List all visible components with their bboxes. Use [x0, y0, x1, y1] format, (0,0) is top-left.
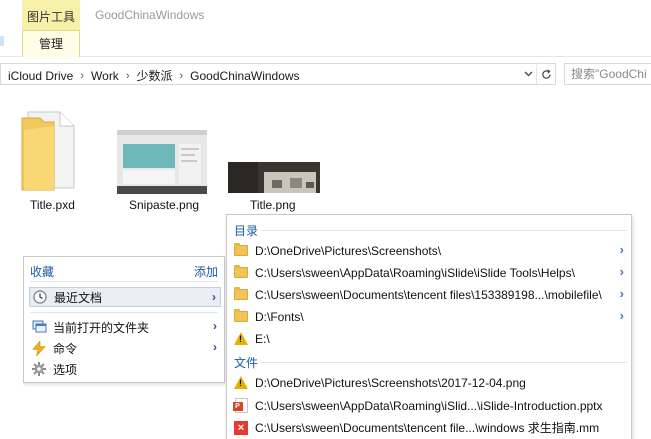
- context-tab-title: 图片工具: [26, 10, 75, 24]
- file-name: Title.png: [250, 198, 296, 212]
- warning-icon: !: [233, 331, 249, 347]
- recent-directory-item[interactable]: ! E:\: [233, 328, 629, 349]
- file-item[interactable]: Snipaste.png: [112, 128, 212, 218]
- directories-header: 目录: [234, 224, 259, 238]
- file-path: C:\Users\sween\Documents\tencent file...…: [255, 421, 600, 435]
- menu-item-options[interactable]: 选项: [29, 359, 221, 379]
- menu-item-label: 选项: [53, 362, 78, 377]
- powerpoint-icon: [232, 398, 249, 414]
- menu-item-recent-documents[interactable]: 最近文档 ›: [29, 287, 221, 307]
- recent-documents-panel: 目录 D:\OneDrive\Pictures\Screenshots\ › C…: [226, 214, 632, 439]
- image-thumbnail: [228, 162, 320, 193]
- file-name: Snipaste.png: [129, 198, 200, 212]
- refresh-button[interactable]: [536, 63, 556, 85]
- recent-file-item[interactable]: × C:\Users\sween\Documents\tencent file.…: [233, 417, 629, 438]
- chevron-right-icon: ›: [213, 319, 217, 333]
- chevron-right-icon: ›: [619, 264, 624, 279]
- directory-path: D:\Fonts\: [255, 309, 304, 324]
- folder-icon: [233, 265, 249, 281]
- breadcrumb: iCloud Drive › Work › 少数派 › GoodChinaWin…: [8, 67, 300, 84]
- manage-tab[interactable]: 管理: [22, 30, 80, 57]
- clock-icon: [32, 289, 48, 305]
- search-input[interactable]: 搜索"GoodChi: [564, 63, 651, 85]
- menu-item-label: 最近文档: [54, 290, 103, 305]
- chevron-right-icon[interactable]: ›: [126, 70, 130, 82]
- breadcrumb-item[interactable]: iCloud Drive: [8, 69, 73, 83]
- pxd-file-icon: [21, 111, 75, 191]
- directory-path: C:\Users\sween\AppData\Roaming\iSlide\iS…: [255, 265, 575, 280]
- recent-file-item[interactable]: C:\Users\sween\AppData\Roaming\iSlid...\…: [232, 395, 629, 416]
- chevron-right-icon: ›: [619, 242, 624, 257]
- recent-directory-item[interactable]: D:\Fonts\ ›: [233, 306, 629, 327]
- favorites-panel: 收藏 添加 最近文档 › 当前打开的文件夹 › 命令 › 选项: [23, 256, 225, 383]
- directory-path: E:\: [255, 331, 270, 346]
- address-history-dropdown[interactable]: [520, 63, 536, 85]
- recent-directory-item[interactable]: C:\Users\sween\Documents\tencent files\1…: [233, 284, 629, 305]
- breadcrumb-item[interactable]: GoodChinaWindows: [190, 69, 299, 83]
- refresh-icon: [542, 69, 551, 79]
- directory-path: C:\Users\sween\Documents\tencent files\1…: [255, 287, 602, 302]
- breadcrumb-item[interactable]: 少数派: [136, 67, 172, 84]
- divider: [261, 230, 627, 231]
- file-path: D:\OneDrive\Pictures\Screenshots\2017-12…: [255, 375, 526, 390]
- ribbon: 图片工具 管理 GoodChinaWindows: [0, 0, 651, 57]
- address-bar[interactable]: iCloud Drive › Work › 少数派 › GoodChinaWin…: [0, 63, 556, 85]
- chevron-right-icon: ›: [619, 308, 624, 323]
- chevron-right-icon: ›: [212, 290, 216, 304]
- file-name: Title.pxd: [30, 198, 75, 212]
- divider: [30, 312, 218, 313]
- chevron-right-icon[interactable]: ›: [80, 70, 84, 82]
- menu-item-commands[interactable]: 命令 ›: [29, 338, 221, 358]
- chevron-right-icon: ›: [213, 340, 217, 354]
- breadcrumb-item[interactable]: Work: [91, 69, 119, 83]
- chevron-right-icon[interactable]: ›: [180, 70, 184, 82]
- divider: [30, 281, 218, 282]
- folder-icon: [233, 243, 249, 259]
- file-item[interactable]: Title.pxd: [18, 108, 84, 218]
- warning-icon: !: [233, 375, 249, 391]
- chevron-down-icon: [524, 71, 532, 77]
- recent-directory-item[interactable]: C:\Users\sween\AppData\Roaming\iSlide\iS…: [233, 262, 629, 283]
- file-item[interactable]: Title.png: [224, 160, 324, 218]
- favorites-header: 收藏: [30, 265, 55, 279]
- mindmap-icon: ×: [233, 420, 249, 436]
- menu-item-open-folders[interactable]: 当前打开的文件夹 ›: [29, 317, 221, 337]
- windows-icon: [31, 319, 47, 335]
- directory-path: D:\OneDrive\Pictures\Screenshots\: [255, 243, 442, 258]
- lightning-icon: [31, 340, 47, 356]
- picture-tools-context-tab[interactable]: 图片工具 管理: [22, 0, 80, 57]
- gear-icon: [31, 361, 47, 377]
- ribbon-edge: [0, 36, 4, 46]
- image-thumbnail: [117, 130, 207, 194]
- menu-item-label: 命令: [53, 341, 78, 356]
- window-title: GoodChinaWindows: [95, 8, 205, 22]
- menu-item-label: 当前打开的文件夹: [53, 320, 150, 335]
- divider: [261, 362, 627, 363]
- recent-directory-item[interactable]: D:\OneDrive\Pictures\Screenshots\ ›: [233, 240, 629, 261]
- file-path: C:\Users\sween\AppData\Roaming\iSlid...\…: [255, 398, 603, 413]
- chevron-right-icon: ›: [619, 286, 624, 301]
- add-favorite-button[interactable]: 添加: [194, 263, 218, 280]
- files-header: 文件: [234, 356, 259, 370]
- recent-file-item[interactable]: ! D:\OneDrive\Pictures\Screenshots\2017-…: [233, 372, 629, 393]
- folder-icon: [233, 309, 249, 325]
- folder-icon: [233, 287, 249, 303]
